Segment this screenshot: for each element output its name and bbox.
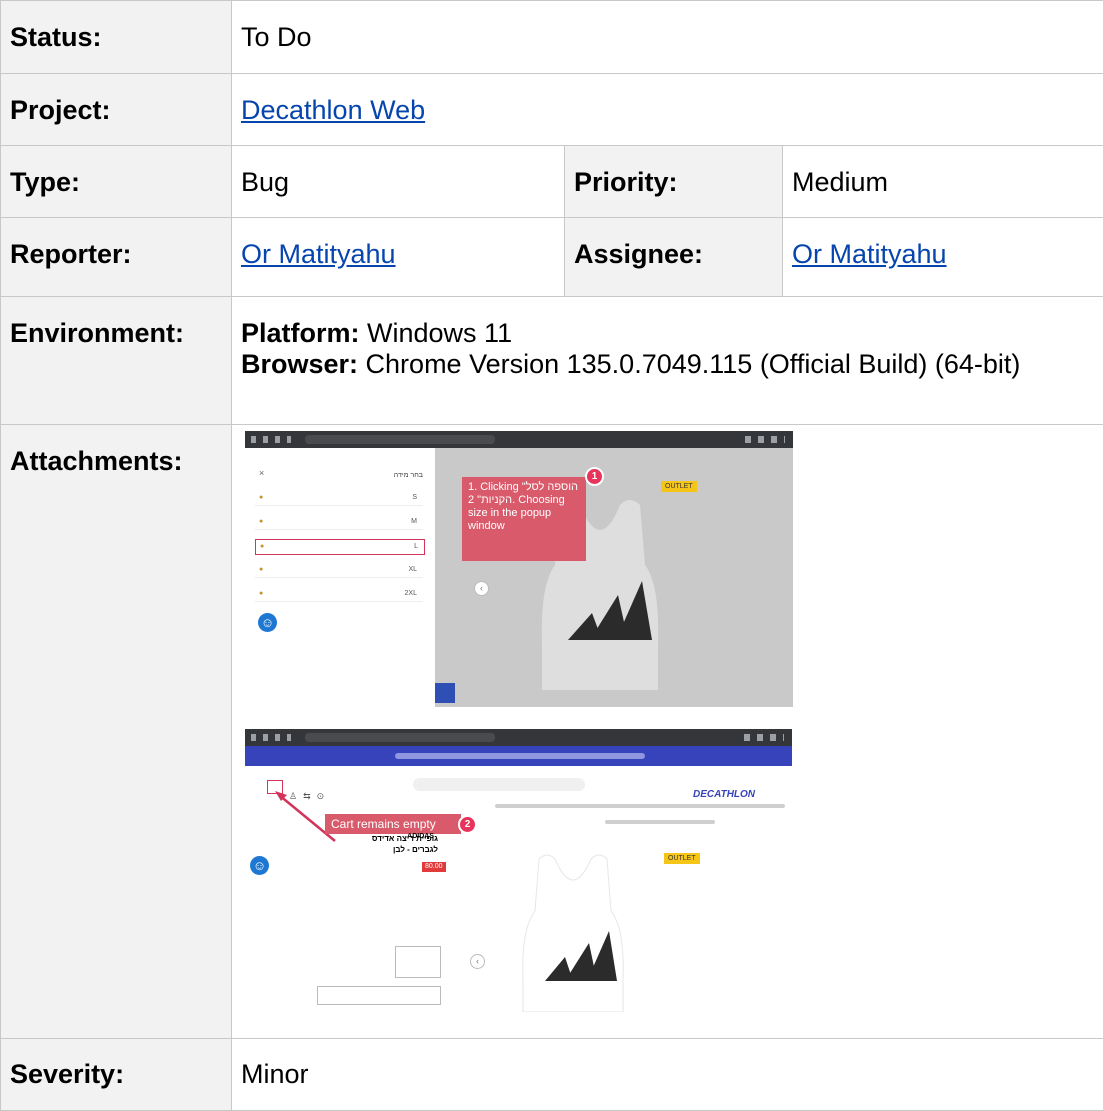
size-selector: [317, 986, 441, 1005]
project-row: Project: Decathlon Web: [1, 74, 1103, 146]
promo-banner: [245, 746, 792, 766]
attachment-screenshot-2[interactable]: ♙⇆⊙ DECATHLON Cart remains empty 2 ADIDA…: [245, 729, 792, 1012]
carousel-prev-icon: ‹: [470, 954, 485, 969]
status-row: Status: To Do: [1, 1, 1103, 74]
shirt-image: [513, 851, 633, 1012]
step-1-badge: 1: [585, 467, 604, 486]
browser-label: Browser:: [241, 349, 358, 379]
assignee-label: Assignee:: [565, 218, 783, 297]
severity-row: Severity: Minor: [1, 1039, 1103, 1111]
status-label: Status:: [1, 1, 232, 74]
platform-line: Platform: Windows 11: [241, 318, 1103, 349]
breadcrumb: [605, 820, 715, 824]
nav-menu: [495, 804, 785, 808]
type-label: Type:: [1, 146, 232, 218]
reporter-cell: Or Matityahu: [232, 218, 565, 297]
attachments-cell: OUTLET ‹ בחר מידה × ●S ●M ●L ●XL ●2XL ☺ …: [232, 425, 1103, 1039]
status-value: To Do: [232, 1, 1103, 74]
accessibility-icon: ☺: [250, 856, 269, 875]
type-row: Type: Bug Priority: Medium: [1, 146, 1103, 218]
browser-nav-icons: [251, 734, 291, 741]
size-option: ●XL: [255, 563, 423, 578]
color-swatch: [395, 946, 441, 978]
project-cell: Decathlon Web: [232, 74, 1103, 146]
type-value: Bug: [232, 146, 565, 218]
browser-action-icons: [744, 734, 784, 741]
project-label: Project:: [1, 74, 232, 146]
environment-value: Platform: Windows 11 Browser: Chrome Ver…: [232, 297, 1103, 425]
browser-line: Browser: Chrome Version 135.0.7049.115 (…: [241, 349, 1103, 380]
size-option: ●S: [255, 491, 423, 506]
step-2-callout: Cart remains empty: [325, 814, 461, 834]
assignee-cell: Or Matityahu: [783, 218, 1103, 297]
attachments-label: Attachments:: [1, 425, 232, 1039]
attachments-row: Attachments: OUTLET ‹ ב: [1, 425, 1103, 1039]
close-icon: ×: [259, 458, 264, 489]
step-2-badge: 2: [458, 815, 477, 834]
address-bar: [305, 435, 495, 444]
priority-label: Priority:: [565, 146, 783, 218]
browser-action-icons: [745, 436, 785, 443]
size-option-selected: ●L: [255, 539, 425, 555]
reporter-row: Reporter: Or Matityahu Assignee: Or Mati…: [1, 218, 1103, 297]
address-bar: [305, 733, 495, 742]
browser-toolbar: [245, 431, 793, 448]
size-option: ●M: [255, 515, 423, 530]
browser-value: Chrome Version 135.0.7049.115 (Official …: [366, 349, 1021, 379]
popup-title: בחר מידה: [394, 460, 423, 491]
browser-nav-icons: [251, 436, 291, 443]
project-link[interactable]: Decathlon Web: [241, 95, 425, 125]
add-to-cart-button-partial: [435, 683, 455, 703]
environment-label: Environment:: [1, 297, 232, 425]
attachment-screenshot-1[interactable]: OUTLET ‹ בחר מידה × ●S ●M ●L ●XL ●2XL ☺ …: [245, 431, 793, 707]
step-1-callout: 1. Clicking "הוספה לסל הקניות" 2. Choosi…: [462, 477, 586, 561]
size-popup: בחר מידה × ●S ●M ●L ●XL ●2XL ☺: [245, 448, 435, 707]
severity-value: Minor: [232, 1039, 1103, 1111]
issue-details-table: Status: To Do Project: Decathlon Web Typ…: [0, 0, 1103, 1111]
environment-row: Environment: Platform: Windows 11 Browse…: [1, 297, 1103, 425]
outlet-badge: OUTLET: [661, 481, 697, 492]
accessibility-icon: ☺: [258, 613, 277, 632]
platform-label: Platform:: [241, 318, 360, 348]
product-title: גופיית ריצה אדידס לגברים - לבן: [348, 833, 438, 855]
reporter-label: Reporter:: [1, 218, 232, 297]
reporter-link[interactable]: Or Matityahu: [241, 239, 396, 269]
search-bar: [413, 778, 585, 791]
priority-value: Medium: [783, 146, 1103, 218]
platform-value: Windows 11: [367, 318, 512, 348]
severity-label: Severity:: [1, 1039, 232, 1111]
assignee-link[interactable]: Or Matityahu: [792, 239, 947, 269]
browser-toolbar: [245, 729, 792, 746]
carousel-prev-icon: ‹: [474, 581, 489, 596]
outlet-badge: OUTLET: [664, 853, 700, 864]
product-price: 80.00: [422, 862, 446, 872]
size-option: ●2XL: [255, 587, 423, 602]
